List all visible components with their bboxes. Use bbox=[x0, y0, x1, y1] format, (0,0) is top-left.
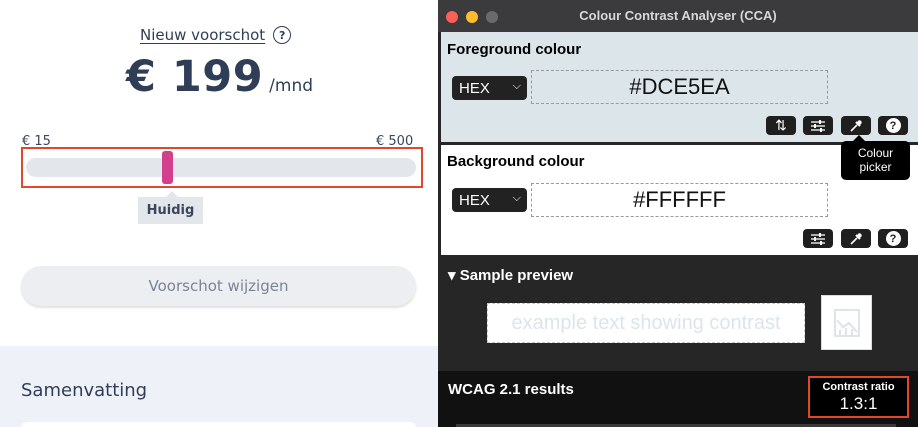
window-title: Colour Contrast Analyser (CCA) bbox=[579, 8, 777, 23]
background-picker-button[interactable] bbox=[841, 229, 871, 248]
wcag-results-bar: WCAG 2.1 results Contrast ratio 1.3:1 bbox=[438, 371, 918, 427]
cca-window: Colour Contrast Analyser (CCA) Foregroun… bbox=[438, 0, 918, 427]
wcag-results-title: WCAG 2.1 results bbox=[448, 381, 574, 398]
contrast-ratio-box: Contrast ratio 1.3:1 bbox=[808, 376, 909, 418]
sample-preview-toggle[interactable]: ▾ Sample preview bbox=[448, 266, 573, 284]
foreground-title: Foreground colour bbox=[447, 41, 582, 58]
amount-value: € 199 bbox=[126, 52, 264, 102]
chevron-down-icon: ⌵ bbox=[512, 192, 521, 204]
current-value-badge: Huidig bbox=[138, 191, 203, 224]
sample-text-preview: example text showing contrast bbox=[487, 303, 805, 343]
swap-icon: ⇅ bbox=[775, 117, 787, 133]
foreground-hex-input[interactable]: #DCE5EA bbox=[531, 70, 828, 104]
colour-picker-tooltip: Colour picker bbox=[841, 135, 910, 180]
summary-title: Samenvatting bbox=[21, 380, 148, 401]
summary-section: Samenvatting bbox=[0, 346, 438, 427]
background-help-button[interactable]: ? bbox=[878, 229, 908, 248]
foreground-format-value: HEX bbox=[459, 79, 490, 97]
contrast-ratio-value: 1.3:1 bbox=[839, 394, 878, 413]
change-advance-button[interactable]: Voorschot wijzigen bbox=[21, 266, 416, 306]
new-advance-label[interactable]: Nieuw voorschot bbox=[140, 26, 265, 44]
new-advance-link[interactable]: Nieuw voorschot ? bbox=[140, 26, 292, 44]
sample-image-preview bbox=[821, 295, 872, 350]
eyedropper-icon bbox=[850, 232, 862, 245]
chevron-down-icon: ⌵ bbox=[512, 80, 521, 92]
foreground-picker-button[interactable] bbox=[841, 116, 871, 135]
image-icon bbox=[834, 309, 860, 337]
foreground-sliders-button[interactable] bbox=[803, 116, 833, 135]
help-icon[interactable]: ? bbox=[273, 26, 292, 44]
advance-amount: € 199 /mnd bbox=[126, 52, 313, 102]
slider-highlight-box bbox=[21, 147, 423, 188]
foreground-help-button[interactable]: ? bbox=[878, 116, 908, 135]
help-icon: ? bbox=[885, 118, 901, 133]
summary-card bbox=[21, 422, 416, 427]
background-format-select[interactable]: HEX ⌵ bbox=[452, 188, 527, 212]
eyedropper-icon bbox=[850, 119, 862, 132]
foreground-section: Foreground colour HEX ⌵ #DCE5EA ⇅ ? bbox=[441, 32, 918, 142]
background-hex-input[interactable]: #FFFFFF bbox=[531, 183, 828, 217]
background-format-value: HEX bbox=[459, 191, 490, 209]
foreground-format-select[interactable]: HEX ⌵ bbox=[452, 76, 527, 100]
sliders-icon bbox=[811, 119, 825, 132]
amount-unit: /mnd bbox=[269, 76, 314, 96]
background-sliders-button[interactable] bbox=[803, 229, 833, 248]
window-titlebar[interactable]: Colour Contrast Analyser (CCA) bbox=[438, 0, 918, 32]
sliders-icon bbox=[811, 232, 825, 245]
background-title: Background colour bbox=[447, 153, 585, 170]
swap-colours-button[interactable]: ⇅ bbox=[766, 116, 796, 135]
advance-panel: Nieuw voorschot ? € 199 /mnd € 15 € 500 … bbox=[0, 0, 438, 427]
contrast-ratio-label: Contrast ratio bbox=[822, 381, 895, 393]
help-icon: ? bbox=[885, 231, 901, 246]
